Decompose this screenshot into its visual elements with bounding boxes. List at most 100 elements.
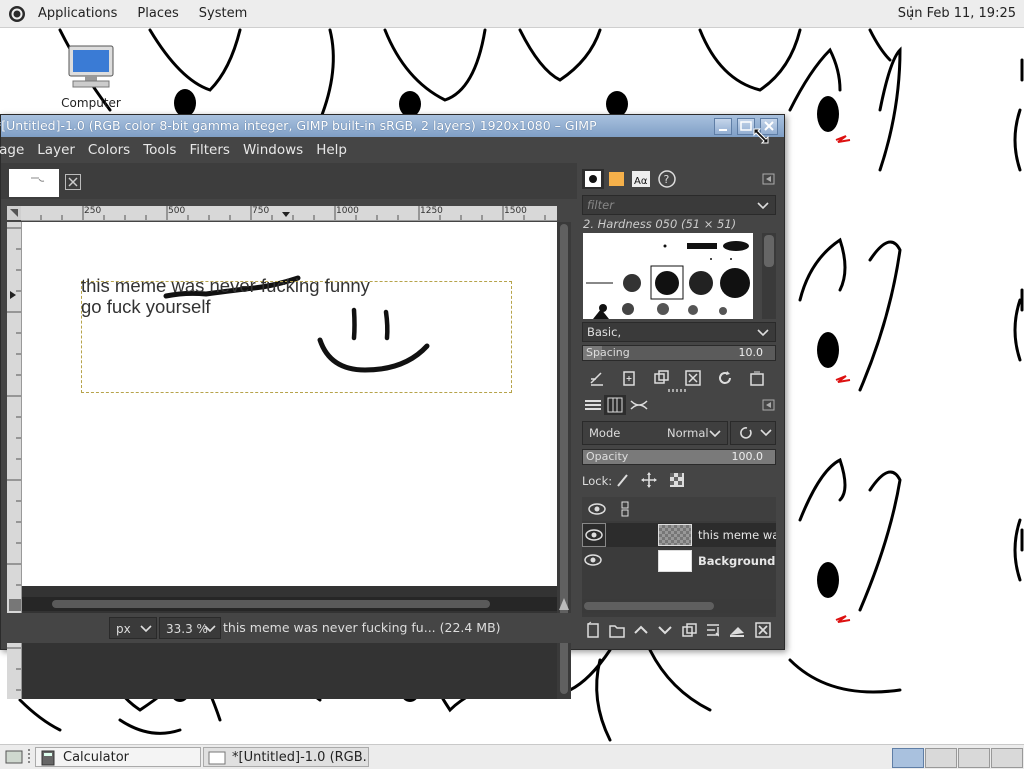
menu-filters[interactable]: Filters — [189, 142, 229, 158]
applications-menu[interactable]: Applications — [28, 6, 127, 21]
brush-preset-select[interactable]: Basic, — [582, 322, 776, 342]
unit-select[interactable]: px — [109, 617, 157, 639]
menu-colors[interactable]: Colors — [88, 142, 130, 158]
triangle-left-icon — [762, 173, 775, 185]
chevron-down-icon — [204, 625, 216, 633]
opacity-slider[interactable]: Opacity 100.0 — [582, 449, 776, 465]
menu-tools[interactable]: Tools — [143, 142, 176, 158]
layer-visibility-toggle[interactable] — [582, 549, 606, 573]
menu-help[interactable]: Help — [316, 142, 347, 158]
spacing-value: 10.0 — [738, 346, 764, 359]
switch-mode-icon — [740, 427, 772, 439]
svg-text:?: ? — [664, 173, 670, 186]
pointer-toggle[interactable] — [9, 599, 21, 611]
brush-thumbnails — [586, 241, 750, 319]
right-dock: Aα ? filter 2. Hardness 050 (51 × 51) Ba… — [578, 163, 782, 643]
tab-fonts[interactable]: Aα — [630, 169, 652, 189]
refresh-brushes-button[interactable] — [716, 369, 734, 387]
zoom-value: 33.3 % — [166, 622, 208, 636]
tab-layers[interactable] — [582, 395, 604, 415]
clock[interactable]: Sun Feb 11, 19:25 — [898, 6, 1016, 21]
close-icon — [68, 177, 78, 187]
workspace-4[interactable] — [991, 748, 1023, 768]
chain-header-icon — [621, 501, 629, 517]
tab-paths[interactable] — [628, 395, 650, 415]
checkerboard-icon — [670, 473, 684, 487]
taskbar-item-gimp[interactable]: *[Untitled]-1.0 (RGB... — [203, 747, 369, 767]
horizontal-ruler[interactable]: 250 500 750 1000 1250 1500 — [21, 206, 557, 221]
brush-grid-scrollbar[interactable] — [762, 233, 776, 319]
tab-patterns[interactable] — [606, 169, 628, 189]
lock-alpha-button[interactable] — [668, 471, 686, 489]
window-titlebar[interactable]: *[Untitled]-1.0 (RGB color 8-bit gamma i… — [0, 115, 784, 137]
show-desktop-button[interactable] — [4, 748, 24, 766]
zoom-select[interactable]: 33.3 % — [159, 617, 221, 639]
eye-icon — [585, 529, 603, 541]
layer-mask-button[interactable] — [728, 621, 746, 639]
duplicate-brush-button[interactable] — [652, 369, 670, 387]
delete-layer-button[interactable] — [754, 621, 772, 639]
brush-grid[interactable] — [583, 233, 753, 319]
edit-icon — [590, 372, 603, 386]
svg-text:Aα: Aα — [634, 176, 648, 187]
edit-brush-button[interactable] — [588, 369, 606, 387]
horizontal-scrollbar[interactable] — [22, 597, 557, 611]
layer-name[interactable]: Background — [698, 554, 775, 568]
ruler-corner[interactable] — [7, 206, 21, 220]
lock-pixels-button[interactable] — [614, 471, 632, 489]
duplicate-icon — [682, 623, 697, 637]
new-brush-button[interactable] — [620, 369, 638, 387]
minimize-button[interactable] — [714, 118, 732, 135]
opacity-value: 100.0 — [731, 450, 764, 463]
scroll-thumb[interactable] — [764, 235, 774, 267]
mask-icon — [730, 627, 744, 637]
layer-row[interactable]: Background — [582, 549, 776, 573]
system-menu[interactable]: System — [189, 6, 257, 21]
navigate-button[interactable] — [557, 597, 571, 611]
layer-name[interactable]: this meme was never fucking funny — [698, 528, 776, 542]
lock-position-button[interactable] — [640, 471, 658, 489]
delete-icon — [685, 370, 701, 386]
new-layer-button[interactable] — [584, 621, 602, 639]
navigate-icon — [559, 598, 569, 610]
image-tab-close-button[interactable] — [65, 174, 81, 190]
image-tab-thumbnail[interactable] — [9, 169, 59, 197]
layer-visibility-toggle[interactable] — [582, 523, 606, 547]
menu-windows[interactable]: Windows — [243, 142, 303, 158]
menu-image[interactable]: Image — [0, 142, 24, 158]
scroll-thumb[interactable] — [52, 600, 490, 608]
tab-help[interactable]: ? — [656, 169, 678, 189]
image-window-icon — [208, 751, 226, 765]
image-canvas[interactable]: this meme was never fucking funny go fuc… — [22, 222, 557, 586]
layer-mode-select[interactable]: Mode Normal — [582, 421, 728, 445]
workspace-1[interactable] — [892, 748, 924, 768]
scroll-thumb[interactable] — [584, 602, 714, 610]
spacing-slider[interactable]: Spacing 10.0 — [582, 345, 776, 361]
duplicate-layer-button[interactable] — [680, 621, 698, 639]
tab-channels[interactable] — [604, 395, 626, 415]
unit-value: px — [116, 622, 131, 636]
merge-layer-button[interactable] — [704, 621, 722, 639]
taskbar-item-calculator[interactable]: Calculator — [35, 747, 201, 767]
brush-filter-input[interactable]: filter — [582, 195, 776, 215]
menu-layer[interactable]: Layer — [37, 142, 75, 158]
new-layer-group-button[interactable] — [608, 621, 626, 639]
delete-brush-button[interactable] — [684, 369, 702, 387]
places-menu[interactable]: Places — [127, 6, 188, 21]
open-brush-file-button[interactable] — [748, 369, 766, 387]
layer-row[interactable]: this meme was never fucking funny — [582, 523, 776, 547]
lock-label: Lock: — [582, 474, 613, 488]
layer-list-scrollbar[interactable] — [582, 599, 776, 613]
tab-brushes[interactable] — [582, 169, 604, 189]
computer-desktop-icon[interactable]: Computer — [56, 44, 126, 110]
raise-layer-button[interactable] — [632, 621, 650, 639]
workspace-3[interactable] — [958, 748, 990, 768]
taskbar-handle — [28, 749, 30, 765]
lower-layer-button[interactable] — [656, 621, 674, 639]
dock-menu-button[interactable] — [762, 395, 776, 415]
dock-separator-handle[interactable] — [668, 389, 688, 392]
dock-menu-button[interactable] — [762, 169, 776, 189]
mode-switch-button[interactable] — [730, 421, 776, 445]
workspace-2[interactable] — [925, 748, 957, 768]
distro-logo-icon[interactable] — [8, 5, 26, 23]
